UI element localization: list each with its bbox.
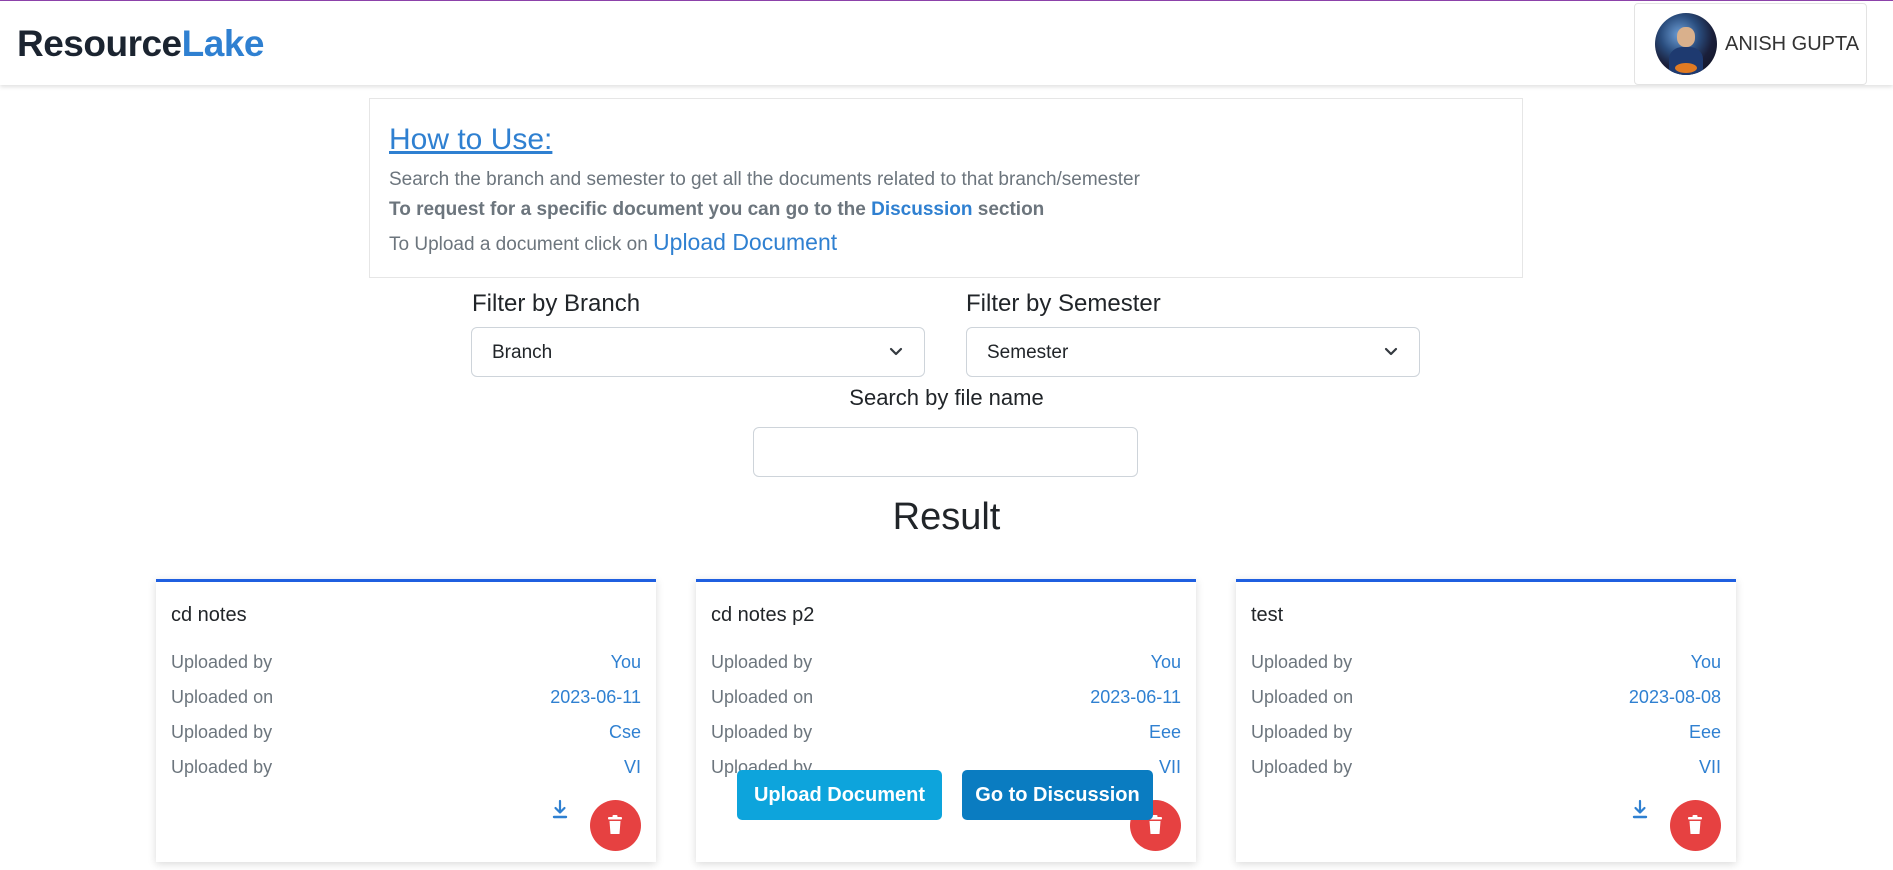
card-row: Uploaded on 2023-06-11 bbox=[171, 687, 641, 711]
brand-text-resource: Resource bbox=[17, 23, 182, 64]
delete-button[interactable] bbox=[590, 800, 641, 851]
card-row: Uploaded on 2023-08-08 bbox=[1251, 687, 1721, 711]
avatar bbox=[1655, 13, 1717, 75]
result-title: Result bbox=[892, 496, 1001, 538]
how-to-use-title: How to Use: bbox=[389, 123, 553, 156]
row-label: Uploaded by bbox=[171, 757, 273, 777]
card-row: Uploaded by Eee bbox=[1251, 722, 1721, 746]
row-value: VII bbox=[1698, 757, 1721, 777]
branch-select-value: Branch bbox=[492, 342, 553, 363]
how-to-line-search: Search the branch and semester to get al… bbox=[389, 169, 1140, 190]
card-title: cd notes bbox=[171, 604, 247, 626]
brand-logo[interactable]: ResourceLake bbox=[17, 23, 264, 65]
semester-select-value: Semester bbox=[987, 342, 1069, 363]
row-value: You bbox=[610, 652, 641, 672]
row-label: Uploaded by bbox=[711, 652, 813, 672]
row-value: VI bbox=[623, 757, 641, 777]
card-row: Uploaded by You bbox=[711, 652, 1181, 676]
card-row: Uploaded by Cse bbox=[171, 722, 641, 746]
user-menu[interactable]: ANISH GUPTA bbox=[1634, 3, 1867, 85]
card-row: Uploaded by VII bbox=[1251, 757, 1721, 781]
upload-document-button[interactable]: Upload Document bbox=[737, 770, 942, 820]
download-icon[interactable] bbox=[551, 799, 569, 821]
go-to-discussion-button[interactable]: Go to Discussion bbox=[962, 770, 1153, 820]
how-to-use-panel: How to Use: Search the branch and semest… bbox=[369, 98, 1523, 278]
row-value: 2023-06-11 bbox=[550, 687, 641, 707]
navbar: ResourceLake ANISH GUPTA bbox=[0, 1, 1893, 85]
chevron-down-icon bbox=[889, 347, 903, 356]
search-input[interactable] bbox=[753, 427, 1138, 477]
branch-select[interactable]: Branch bbox=[471, 327, 925, 377]
delete-button[interactable] bbox=[1670, 800, 1721, 851]
user-name: ANISH GUPTA bbox=[1725, 32, 1860, 55]
card-row: Uploaded by VI bbox=[171, 757, 641, 781]
row-label: Uploaded on bbox=[711, 687, 814, 707]
row-value: Cse bbox=[608, 722, 641, 742]
how-to-upload-prefix: To Upload a document click on bbox=[389, 234, 654, 255]
row-label: Uploaded by bbox=[711, 722, 813, 742]
branch-filter-label: Filter by Branch bbox=[472, 290, 641, 317]
how-to-line-request: To request for a specific document you c… bbox=[389, 199, 1044, 221]
card-title: test bbox=[1251, 604, 1284, 626]
row-label: Uploaded by bbox=[1251, 652, 1353, 672]
card-row: Uploaded by Eee bbox=[711, 722, 1181, 746]
upload-document-link[interactable]: Upload Document bbox=[653, 229, 837, 255]
row-value: Eee bbox=[1148, 722, 1181, 742]
document-card: test Uploaded by You Uploaded on 2023-08-0… bbox=[1236, 579, 1736, 862]
brand-text-lake: Lake bbox=[181, 23, 265, 64]
trash-icon bbox=[1688, 815, 1702, 834]
row-label: Uploaded by bbox=[171, 722, 273, 742]
search-label: Search by file name bbox=[849, 385, 1044, 410]
discussion-link[interactable]: Discussion bbox=[871, 199, 972, 220]
how-to-request-suffix: section bbox=[972, 199, 1045, 220]
trash-icon bbox=[608, 815, 622, 834]
row-value: You bbox=[1690, 652, 1721, 672]
row-label: Uploaded on bbox=[171, 687, 274, 707]
how-to-line-upload: To Upload a document click on Upload Doc… bbox=[389, 229, 837, 256]
how-to-request-prefix: To request for a specific document you c… bbox=[389, 199, 872, 220]
download-icon[interactable] bbox=[1631, 799, 1649, 821]
row-label: Uploaded on bbox=[1251, 687, 1354, 707]
chevron-down-icon bbox=[1384, 347, 1398, 356]
row-label: Uploaded by bbox=[1251, 722, 1353, 742]
card-row: Uploaded by You bbox=[1251, 652, 1721, 676]
semester-select[interactable]: Semester bbox=[966, 327, 1420, 377]
semester-filter-label: Filter by Semester bbox=[966, 290, 1161, 317]
card-row: Uploaded by You bbox=[171, 652, 641, 676]
row-label: Uploaded by bbox=[1251, 757, 1353, 777]
document-card: cd notes Uploaded by You Uploaded on 2023-… bbox=[156, 579, 656, 862]
row-value: Eee bbox=[1688, 722, 1721, 742]
row-label: Uploaded by bbox=[171, 652, 273, 672]
row-value: 2023-06-11 bbox=[1090, 687, 1181, 707]
card-title: cd notes p2 bbox=[711, 604, 815, 626]
row-value: You bbox=[1150, 652, 1181, 672]
card-row: Uploaded on 2023-06-11 bbox=[711, 687, 1181, 711]
row-value: VII bbox=[1158, 757, 1181, 777]
row-value: 2023-08-08 bbox=[1628, 687, 1721, 707]
